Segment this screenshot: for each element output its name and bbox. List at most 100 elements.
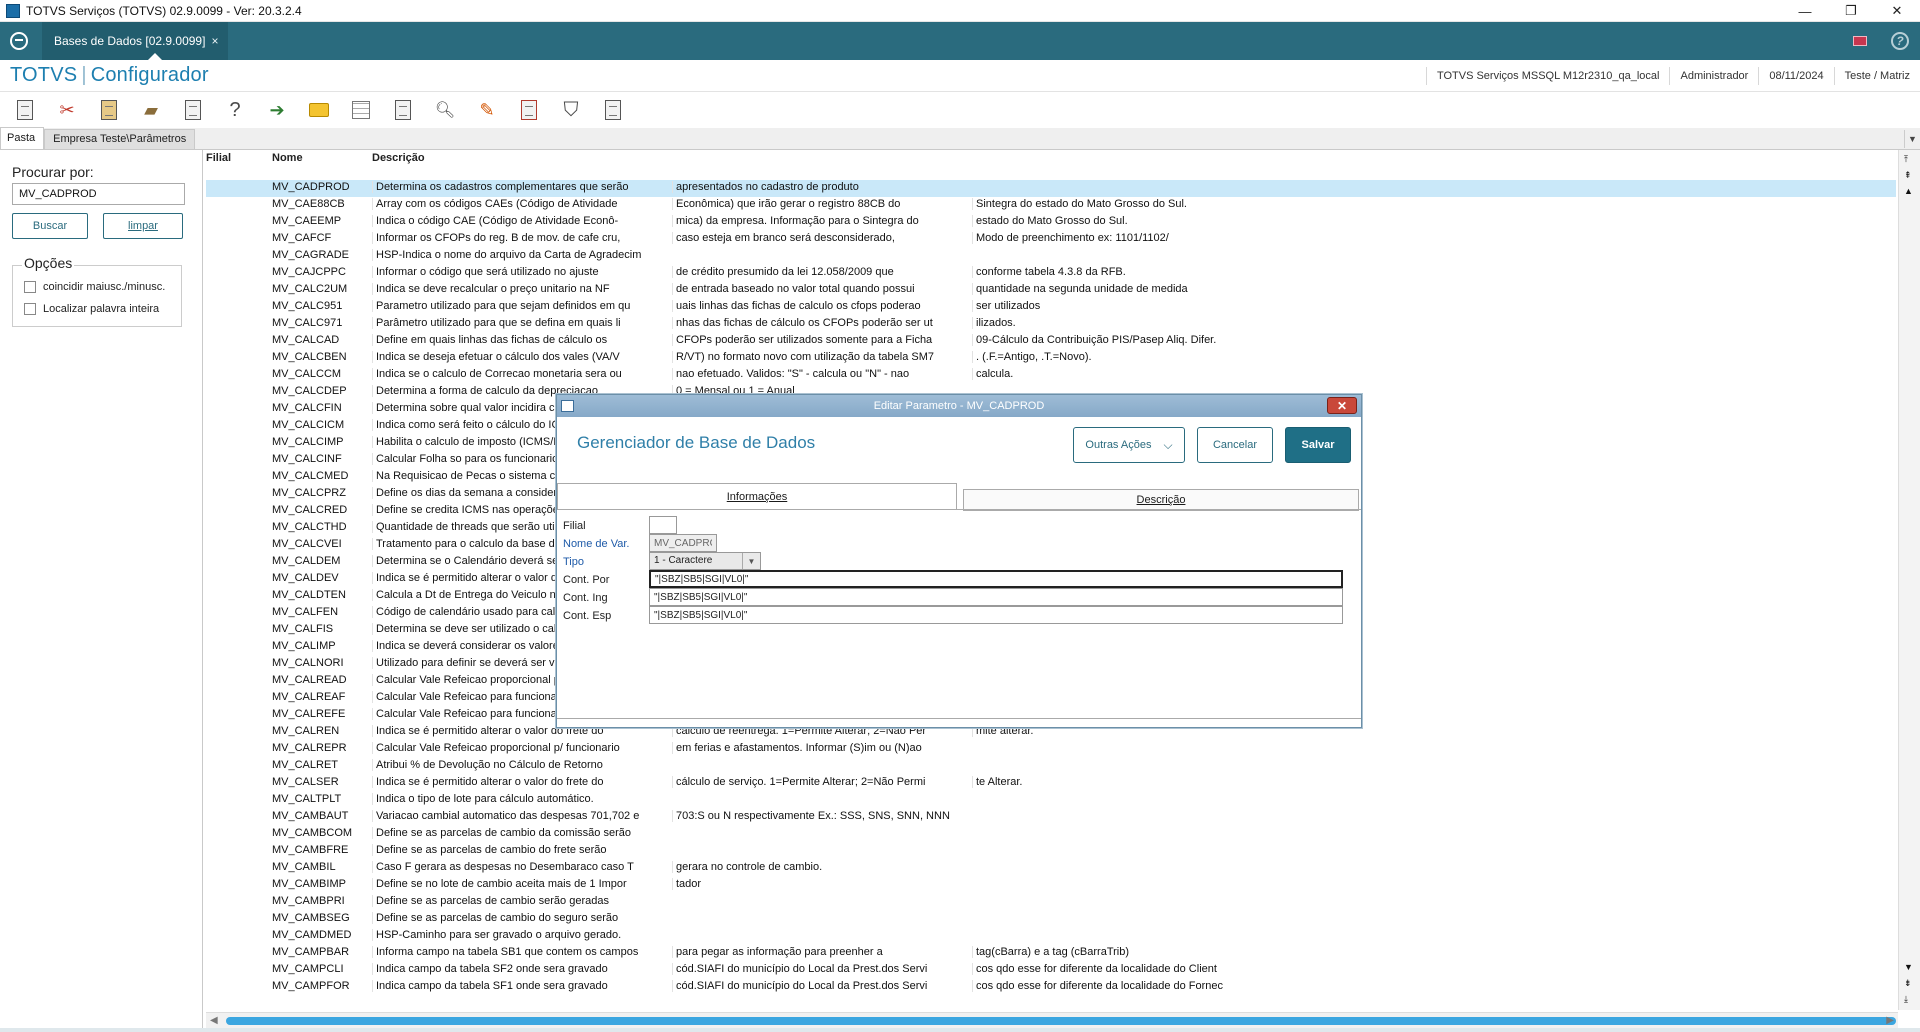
scroll-down-icon[interactable]: ▼	[1904, 962, 1913, 972]
horizontal-scrollbar[interactable]: ◀ ▶	[206, 1012, 1898, 1028]
help-icon[interactable]: ?	[1890, 31, 1910, 51]
filter-icon[interactable]: ⛉	[556, 95, 586, 125]
scroll-page-down-icon[interactable]: ⇟	[1904, 978, 1912, 989]
options-title: Opções	[22, 255, 75, 271]
option-whole-word[interactable]: Localizar palavra inteira	[24, 303, 159, 315]
date-label[interactable]: 08/11/2024	[1758, 67, 1833, 85]
report-icon[interactable]	[598, 95, 628, 125]
minimize-button[interactable]: —	[1782, 0, 1828, 22]
table-row[interactable]: MV_CADPROD Determina os cadastros complem…	[206, 180, 1896, 197]
totvs-home-icon[interactable]	[10, 32, 28, 50]
table-row[interactable]: MV_CAMBFRE Define se as parcelas de cambi…	[206, 843, 1896, 860]
tipo-select[interactable]: 1 - Caractere ▼	[649, 552, 761, 570]
edit-icon[interactable]: ✎	[472, 95, 502, 125]
table-row[interactable]: MV_CALSER Indica se é permitido alterar o…	[206, 775, 1896, 792]
whole-word-checkbox[interactable]	[24, 303, 36, 315]
table-row[interactable]: MV_CAMPCLI Indica campo da tabela SF2 ond…	[206, 962, 1896, 979]
table-row[interactable]: MV_CALCAD Define em quais linhas das fich…	[206, 333, 1896, 350]
copy-icon[interactable]	[10, 95, 40, 125]
close-window-button[interactable]: ✕	[1874, 0, 1920, 22]
chevron-down-icon[interactable]: ▼	[742, 553, 760, 569]
user-label[interactable]: Administrador	[1669, 67, 1758, 85]
status-bar	[0, 1028, 1920, 1032]
cut-icon[interactable]: ✂	[52, 95, 82, 125]
table-row[interactable]: MV_CAE88CB Array com os códigos CAEs (Cód…	[206, 197, 1896, 214]
var-name-field[interactable]	[649, 534, 717, 552]
chevron-down-icon[interactable]: ▼	[1904, 130, 1920, 148]
cont-por-field[interactable]	[649, 570, 1343, 588]
app-tabbar: Bases de Dados [02.9.0099] × ?	[0, 22, 1920, 60]
search-input[interactable]	[12, 183, 185, 205]
horizontal-scroll-thumb[interactable]	[226, 1017, 1896, 1025]
search-button[interactable]: Buscar	[12, 213, 88, 239]
table-row[interactable]: MV_CALC951 Parametro utilizado para que s…	[206, 299, 1896, 316]
match-case-checkbox[interactable]	[24, 281, 36, 293]
column-header-nome[interactable]: Nome	[272, 152, 303, 164]
scroll-left-icon[interactable]: ◀	[210, 1015, 218, 1026]
cont-ing-field[interactable]	[649, 588, 1343, 606]
table-header: Filial Nome Descrição	[206, 150, 1896, 172]
save-button[interactable]: Salvar	[1285, 427, 1351, 463]
table-row[interactable]: MV_CAMPFOR Indica campo da tabela SF1 ond…	[206, 979, 1896, 996]
tab-descricao[interactable]: Descrição	[963, 489, 1359, 511]
other-actions-button[interactable]: Outras Ações ⌵	[1073, 427, 1185, 463]
scroll-page-up-icon[interactable]: ⇞	[1904, 170, 1912, 181]
description-cell: nhas das fichas de cálculo os CFOPs pode…	[672, 317, 972, 329]
help-question-icon[interactable]: ?	[220, 95, 250, 125]
mail-icon[interactable]	[1850, 31, 1870, 51]
table-row[interactable]: MV_CAGRADE HSP-Indica o nome do arquivo d…	[206, 248, 1896, 265]
filial-field[interactable]	[649, 516, 677, 534]
table-icon[interactable]	[346, 95, 376, 125]
scroll-right-icon[interactable]: ▶	[1886, 1015, 1894, 1026]
view-icon[interactable]: 🔍︎	[430, 95, 460, 125]
table-row[interactable]: MV_CAMBAUT Variacao cambial automatico da…	[206, 809, 1896, 826]
description-cell: Determina os cadastros complementares qu…	[372, 181, 672, 193]
table-row[interactable]: MV_CALC2UM Indica se deve recalcular o pr…	[206, 282, 1896, 299]
column-header-descricao[interactable]: Descrição	[372, 152, 425, 164]
other-actions-label: Outras Ações	[1085, 439, 1152, 451]
scroll-up-icon[interactable]: ▲	[1904, 186, 1913, 196]
table-row[interactable]: MV_CAMBPRI Define se as parcelas de cambi…	[206, 894, 1896, 911]
branch-label[interactable]: Teste / Matriz	[1833, 67, 1920, 85]
table-row[interactable]: MV_CAMDMED HSP-Caminho para ser gravado o…	[206, 928, 1896, 945]
table-row[interactable]: MV_CAFCF Informar os CFOPs do reg. B de m…	[206, 231, 1896, 248]
column-header-filial[interactable]: Filial	[206, 152, 231, 164]
scroll-bottom-icon[interactable]: ⤓	[1904, 994, 1908, 1005]
maximize-button[interactable]: ❐	[1828, 0, 1874, 22]
book-icon[interactable]: ▰	[136, 95, 166, 125]
scroll-top-icon[interactable]: ⤒	[1904, 154, 1908, 165]
table-row[interactable]: MV_CALCCM Indica se o calculo de Correcao…	[206, 367, 1896, 384]
module-name: Configurador	[90, 64, 209, 86]
dialog-titlebar[interactable]: Editar Parametro - MV_CADPROD ✕	[557, 395, 1361, 417]
table-row[interactable]: MV_CALCBEN Indica se deseja efetuar o cál…	[206, 350, 1896, 367]
table-row[interactable]: MV_CALRET Atribui % de Devolução no Cálcu…	[206, 758, 1896, 775]
environment-label[interactable]: TOTVS Serviços MSSQL M12r2310_qa_local	[1425, 67, 1670, 85]
dialog-close-button[interactable]: ✕	[1327, 397, 1357, 414]
table-row[interactable]: MV_CALREPR Calcular Vale Refeicao proporc…	[206, 741, 1896, 758]
table-row[interactable]: MV_CAJCPPC Informar o código que será uti…	[206, 265, 1896, 282]
open-folder-icon[interactable]	[304, 95, 334, 125]
option-match-case[interactable]: coincidir maiusc./minusc.	[24, 281, 165, 293]
table-row[interactable]: MV_CAMBIL Caso F gerara as despesas no De…	[206, 860, 1896, 877]
properties-icon[interactable]	[178, 95, 208, 125]
table-row[interactable]: MV_CALC971 Parâmetro utilizado para que s…	[206, 316, 1896, 333]
paste-icon[interactable]	[94, 95, 124, 125]
table-row[interactable]: MV_CAMBSEG Define se as parcelas de cambi…	[206, 911, 1896, 928]
exit-icon[interactable]: ➔	[262, 95, 292, 125]
table-row[interactable]: MV_CAEEMP Indica o código CAE (Código de …	[206, 214, 1896, 231]
table-row[interactable]: MV_CALTPLT Indica o tipo de lote para cál…	[206, 792, 1896, 809]
tab-pasta[interactable]: Pasta	[0, 127, 45, 149]
vertical-scrollbar[interactable]: ⤒ ⇞ ▲ ▼ ⇟ ⤓	[1898, 150, 1920, 1010]
delete-record-icon[interactable]	[514, 95, 544, 125]
table-row[interactable]: MV_CAMBIMP Define se no lote de cambio ac…	[206, 877, 1896, 894]
tab-bases-de-dados[interactable]: Bases de Dados [02.9.0099] ×	[42, 22, 229, 60]
clear-button[interactable]: limpar	[103, 213, 183, 239]
tab-empresa-parametros[interactable]: Empresa Teste\Parâmetros	[44, 129, 196, 149]
tab-close-icon[interactable]: ×	[211, 34, 218, 48]
add-record-icon[interactable]	[388, 95, 418, 125]
table-row[interactable]: MV_CAMPBAR Informa campo na tabela SB1 qu…	[206, 945, 1896, 962]
tab-informacoes[interactable]: Informações	[557, 483, 957, 509]
table-row[interactable]: MV_CAMBCOM Define se as parcelas de cambi…	[206, 826, 1896, 843]
cont-esp-field[interactable]	[649, 606, 1343, 624]
cancel-button[interactable]: Cancelar	[1197, 427, 1273, 463]
